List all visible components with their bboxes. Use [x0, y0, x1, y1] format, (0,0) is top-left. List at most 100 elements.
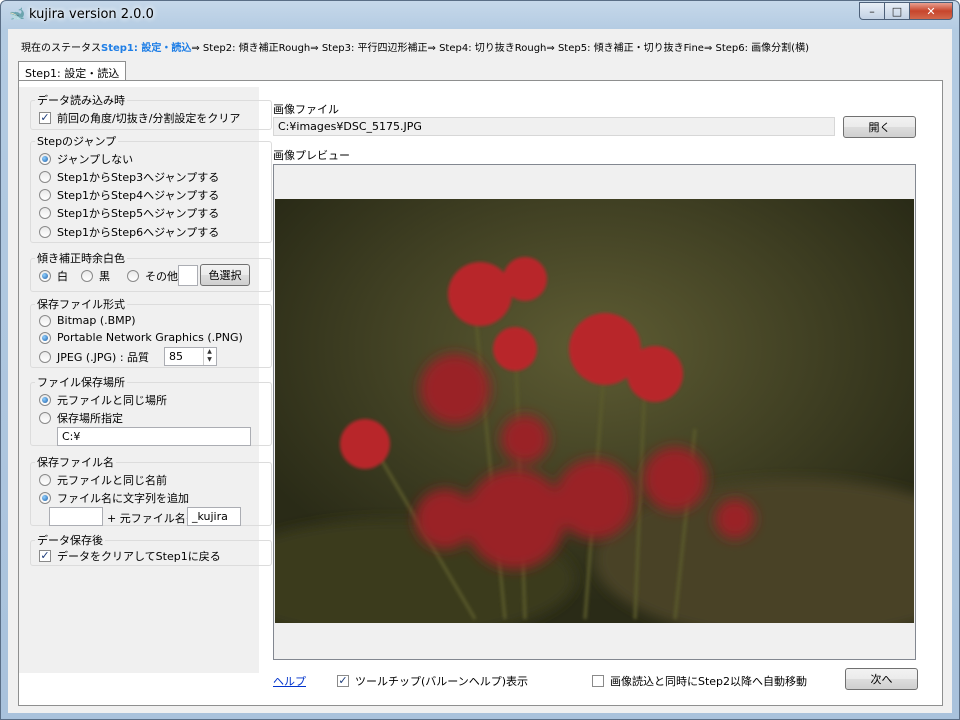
image-path-field: C:¥images¥DSC_5175.JPG: [273, 117, 835, 136]
after-save-label: データをクリアしてStep1に戻る: [57, 550, 221, 563]
checkbox-icon: ✓: [39, 549, 51, 562]
preview-photo-art: [275, 199, 914, 623]
filename-append-label: ファイル名に文字列を追加: [57, 492, 189, 505]
jump-option-3[interactable]: Step1からStep5へジャンプする: [39, 205, 219, 221]
image-preview-label: 画像プレビュー: [273, 149, 350, 162]
jpeg-quality-value: 85: [169, 350, 183, 363]
group-format-title: 保存ファイル形式: [35, 298, 127, 312]
status-active-step: Step1: 設定・読込: [101, 42, 192, 54]
spin-down-icon[interactable]: ▼: [204, 356, 215, 364]
group-location-title: ファイル保存場所: [35, 376, 127, 390]
group-margin-color: 傾き補正時余白色 白 黒 その他 色選択: [30, 252, 272, 292]
margin-white-radio[interactable]: 白: [39, 268, 68, 284]
filename-same-radio[interactable]: 元ファイルと同じ名前: [39, 472, 167, 488]
radio-icon: [39, 412, 51, 424]
radio-icon: [39, 331, 51, 344]
auto-advance-checkbox[interactable]: 画像読込と同時にStep2以降へ自動移動: [592, 673, 807, 689]
margin-other-label: その他: [145, 270, 178, 283]
clear-settings-checkbox[interactable]: ✓ 前回の角度/切抜き/分割設定をクリア: [39, 110, 240, 126]
status-label: 現在のステータス: [21, 42, 101, 54]
radio-icon: [81, 270, 93, 282]
status-step-5: ⇒ Step5: 傾き補正・切り抜きFine: [546, 42, 704, 54]
format-jpeg-radio[interactable]: JPEG (.JPG) : 品質: [39, 349, 149, 365]
preview-photo: [275, 199, 914, 623]
location-specify-radio[interactable]: 保存場所指定: [39, 410, 123, 426]
minimize-button[interactable]: –: [859, 2, 885, 20]
quality-spinner[interactable]: ▲ ▼: [203, 348, 215, 365]
tooltip-label: ツールチップ(バルーンヘルプ)表示: [355, 675, 529, 688]
auto-advance-label: 画像読込と同時にStep2以降へ自動移動: [610, 675, 808, 688]
filename-same-label: 元ファイルと同じ名前: [57, 474, 167, 487]
whale-icon: 🐋: [9, 7, 26, 22]
jump-option-1[interactable]: Step1からStep3へジャンプする: [39, 169, 219, 185]
tab-step1[interactable]: Step1: 設定・読込: [18, 61, 127, 81]
format-png-radio[interactable]: Portable Network Graphics (.PNG): [39, 331, 243, 344]
open-button[interactable]: 開く: [843, 116, 916, 138]
margin-black-label: 黒: [99, 270, 110, 283]
group-save-location: ファイル保存場所 元ファイルと同じ場所 保存場所指定 C:¥: [30, 376, 272, 446]
status-step-3: ⇒ Step3: 平行四辺形補正: [310, 42, 428, 54]
jump-option-label: Step1からStep3へジャンプする: [57, 171, 220, 184]
radio-icon: [39, 314, 51, 327]
filename-suffix-input[interactable]: _kujira: [187, 507, 241, 526]
filename-append-radio[interactable]: ファイル名に文字列を追加: [39, 490, 189, 506]
checkbox-icon: [592, 675, 604, 687]
jump-option-4[interactable]: Step1からStep6へジャンプする: [39, 224, 219, 240]
tooltip-checkbox[interactable]: ✓ ツールチップ(バルーンヘルプ)表示: [337, 673, 528, 689]
location-same-label: 元ファイルと同じ場所: [57, 394, 167, 407]
radio-icon: [39, 394, 51, 406]
save-path-input[interactable]: C:¥: [57, 427, 251, 446]
jump-option-label: ジャンプしない: [57, 153, 134, 166]
maximize-button[interactable]: □: [884, 2, 910, 20]
clear-settings-label: 前回の角度/切抜き/分割設定をクリア: [57, 112, 241, 125]
location-same-radio[interactable]: 元ファイルと同じ場所: [39, 392, 167, 408]
radio-icon: [39, 351, 51, 363]
group-jump: Stepのジャンプ ジャンプしない Step1からStep3へジャンプする St…: [30, 135, 272, 243]
image-file-label: 画像ファイル: [273, 103, 339, 116]
group-load: データ読み込み時 ✓ 前回の角度/切抜き/分割設定をクリア: [30, 94, 272, 130]
close-button[interactable]: ✕: [909, 2, 953, 20]
group-jump-title: Stepのジャンプ: [35, 135, 119, 149]
filename-middle-label: + 元ファイル名+: [107, 512, 195, 525]
radio-icon: [39, 270, 51, 282]
group-aftersave-title: データ保存後: [35, 534, 105, 548]
title-bar[interactable]: 🐋 kujira version 2.0.0 – □ ✕: [1, 1, 959, 29]
next-button[interactable]: 次へ: [845, 668, 918, 690]
group-filename-title: 保存ファイル名: [35, 456, 116, 470]
filename-prefix-input[interactable]: [49, 507, 103, 526]
color-swatch: [178, 265, 198, 286]
margin-black-radio[interactable]: 黒: [81, 268, 110, 284]
jump-option-label: Step1からStep6へジャンプする: [57, 226, 220, 239]
format-bmp-label: Bitmap (.BMP): [57, 314, 136, 327]
location-specify-label: 保存場所指定: [57, 412, 123, 425]
color-select-button[interactable]: 色選択: [200, 264, 250, 286]
step-status-bar: 現在のステータス Step1: 設定・読込 ⇒ Step2: 傾き補正Rough…: [21, 39, 809, 54]
jump-option-0[interactable]: ジャンプしない: [39, 151, 133, 167]
radio-icon: [39, 171, 51, 183]
filename-suffix-value: _kujira: [192, 510, 228, 523]
window-controls: – □ ✕: [859, 2, 953, 20]
radio-icon: [39, 153, 51, 165]
radio-icon: [39, 189, 51, 201]
radio-icon: [127, 270, 139, 282]
format-jpeg-label: JPEG (.JPG) : 品質: [57, 351, 150, 364]
radio-icon: [39, 474, 51, 486]
checkbox-icon: ✓: [39, 111, 51, 124]
help-link[interactable]: ヘルプ: [273, 673, 306, 689]
jump-option-label: Step1からStep4へジャンプする: [57, 189, 220, 202]
spin-up-icon[interactable]: ▲: [204, 348, 215, 356]
margin-other-radio[interactable]: その他: [127, 268, 178, 284]
radio-icon: [39, 226, 51, 238]
radio-icon: [39, 492, 51, 504]
group-load-title: データ読み込み時: [35, 94, 127, 108]
margin-white-label: 白: [57, 270, 68, 283]
jump-option-2[interactable]: Step1からStep4へジャンプする: [39, 187, 219, 203]
format-png-label: Portable Network Graphics (.PNG): [57, 331, 243, 344]
group-file-format: 保存ファイル形式 Bitmap (.BMP) Portable Network …: [30, 298, 272, 368]
group-margin-title: 傾き補正時余白色: [35, 252, 127, 266]
after-save-checkbox[interactable]: ✓ データをクリアしてStep1に戻る: [39, 548, 221, 564]
image-path-value: C:¥images¥DSC_5175.JPG: [278, 120, 422, 133]
image-preview-frame: [273, 164, 916, 660]
window-title: kujira version 2.0.0: [29, 7, 154, 22]
format-bmp-radio[interactable]: Bitmap (.BMP): [39, 314, 136, 327]
